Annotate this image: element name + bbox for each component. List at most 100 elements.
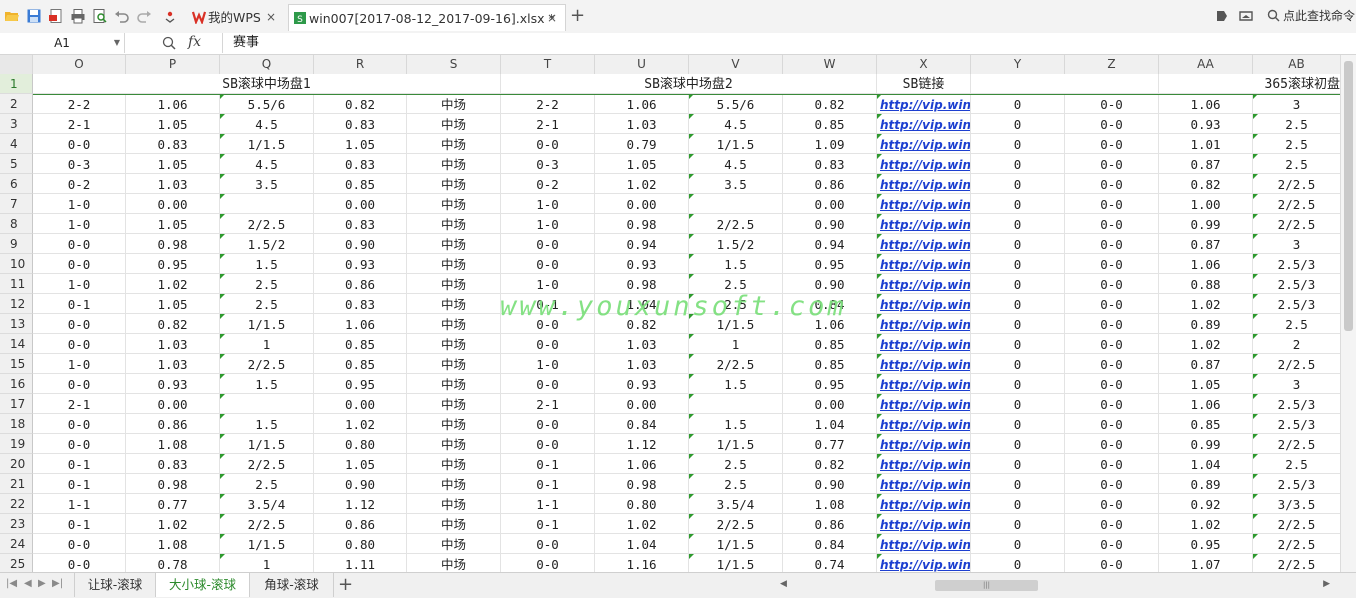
export-pdf-icon[interactable] bbox=[48, 8, 64, 24]
table-cell[interactable]: 0 bbox=[971, 434, 1065, 454]
column-header-t[interactable]: T bbox=[501, 55, 595, 74]
formula-input[interactable]: 赛事 bbox=[222, 33, 1356, 53]
table-cell[interactable]: 0.86 bbox=[126, 414, 220, 434]
row-header[interactable]: 7 bbox=[0, 194, 33, 214]
sheet-tab-over-under[interactable]: 大小球-滚球 bbox=[156, 573, 250, 597]
table-cell[interactable]: 2.5 bbox=[220, 294, 314, 314]
table-cell[interactable]: 1.06 bbox=[1159, 94, 1253, 114]
table-cell[interactable]: 1.04 bbox=[595, 534, 689, 554]
scroll-right-icon[interactable]: ▶ bbox=[1323, 579, 1330, 589]
table-cell[interactable]: 0 bbox=[971, 214, 1065, 234]
row-header[interactable]: 18 bbox=[0, 414, 33, 434]
table-cell[interactable]: 4.5 bbox=[689, 154, 783, 174]
table-cell[interactable]: 2/2.5 bbox=[689, 354, 783, 374]
table-cell[interactable]: 0-0 bbox=[1065, 234, 1159, 254]
table-cell[interactable]: 0.77 bbox=[126, 494, 220, 514]
table-cell[interactable]: 1.12 bbox=[595, 434, 689, 454]
table-cell[interactable]: 中场 bbox=[407, 394, 501, 414]
table-cell[interactable]: 0.74 bbox=[783, 554, 877, 572]
table-cell[interactable]: 0.83 bbox=[783, 154, 877, 174]
table-cell[interactable]: 0 bbox=[971, 114, 1065, 134]
table-cell[interactable]: 0-0 bbox=[1065, 494, 1159, 514]
table-cell[interactable]: 0.83 bbox=[126, 134, 220, 154]
table-cell[interactable]: 0.77 bbox=[783, 434, 877, 454]
table-cell[interactable]: 0 bbox=[971, 514, 1065, 534]
table-cell[interactable]: 0 bbox=[971, 154, 1065, 174]
table-cell[interactable]: 0.93 bbox=[1159, 114, 1253, 134]
row-header[interactable]: 21 bbox=[0, 474, 33, 494]
hyperlink-cell[interactable]: http://vip.win0 bbox=[877, 134, 971, 154]
table-cell[interactable]: 1.06 bbox=[126, 94, 220, 114]
table-cell[interactable]: 0.00 bbox=[783, 394, 877, 414]
skin-icon[interactable] bbox=[1214, 8, 1230, 24]
table-cell[interactable]: 0.95 bbox=[783, 254, 877, 274]
table-cell[interactable]: 1.05 bbox=[126, 154, 220, 174]
table-cell[interactable]: 0.80 bbox=[314, 534, 407, 554]
table-cell[interactable]: 2/2.5 bbox=[220, 454, 314, 474]
table-cell[interactable]: 0.90 bbox=[314, 234, 407, 254]
table-cell[interactable]: 1.04 bbox=[1159, 454, 1253, 474]
table-cell[interactable]: 0.85 bbox=[783, 354, 877, 374]
table-cell[interactable] bbox=[220, 394, 314, 414]
column-header-z[interactable]: Z bbox=[1065, 55, 1159, 74]
hyperlink-cell[interactable]: http://vip.win0 bbox=[877, 114, 971, 134]
table-cell[interactable]: 1.02 bbox=[126, 274, 220, 294]
table-cell[interactable]: 2/2.5 bbox=[1253, 554, 1340, 572]
table-cell[interactable]: 5.5/6 bbox=[689, 94, 783, 114]
table-cell[interactable]: 1.04 bbox=[783, 414, 877, 434]
row-header[interactable]: 25 bbox=[0, 554, 33, 572]
table-cell[interactable]: 0.00 bbox=[595, 194, 689, 214]
column-header-o[interactable]: O bbox=[33, 55, 126, 74]
table-cell[interactable]: 1-0 bbox=[33, 214, 126, 234]
column-header-q[interactable]: Q bbox=[220, 55, 314, 74]
table-cell[interactable]: 0.86 bbox=[783, 174, 877, 194]
table-cell[interactable]: 1/1.5 bbox=[220, 534, 314, 554]
table-cell[interactable]: 0-0 bbox=[1065, 254, 1159, 274]
hyperlink-cell[interactable]: http://vip.win0 bbox=[877, 514, 971, 534]
redo-icon[interactable] bbox=[136, 8, 152, 24]
table-cell[interactable]: 0.98 bbox=[595, 474, 689, 494]
table-cell[interactable]: 0-1 bbox=[501, 454, 595, 474]
row-header[interactable]: 19 bbox=[0, 434, 33, 454]
table-cell[interactable]: 0-0 bbox=[501, 374, 595, 394]
close-icon[interactable]: × bbox=[547, 5, 557, 32]
table-cell[interactable]: 2/2.5 bbox=[1253, 174, 1340, 194]
table-cell[interactable]: 0-0 bbox=[1065, 174, 1159, 194]
table-cell[interactable]: 0.98 bbox=[595, 214, 689, 234]
table-cell[interactable]: 中场 bbox=[407, 534, 501, 554]
table-cell[interactable]: 0-1 bbox=[501, 514, 595, 534]
table-cell[interactable]: 2/2.5 bbox=[1253, 214, 1340, 234]
select-all-corner[interactable] bbox=[0, 55, 33, 74]
table-cell[interactable]: 中场 bbox=[407, 114, 501, 134]
table-cell[interactable]: 2.5 bbox=[689, 474, 783, 494]
table-cell[interactable]: 0.89 bbox=[1159, 474, 1253, 494]
table-cell[interactable]: 0-0 bbox=[1065, 514, 1159, 534]
table-cell[interactable]: 1-0 bbox=[501, 354, 595, 374]
table-cell[interactable]: 中场 bbox=[407, 154, 501, 174]
table-cell[interactable]: 0.85 bbox=[314, 174, 407, 194]
table-cell[interactable]: 0 bbox=[971, 194, 1065, 214]
table-cell[interactable]: 1.02 bbox=[595, 174, 689, 194]
undo-icon[interactable] bbox=[114, 8, 130, 24]
prev-sheet-icon[interactable]: ◀ bbox=[24, 578, 32, 589]
table-cell[interactable]: 1.01 bbox=[1159, 134, 1253, 154]
row-header[interactable]: 1 bbox=[0, 74, 33, 94]
table-cell[interactable]: 0 bbox=[971, 454, 1065, 474]
table-cell[interactable]: 1.5 bbox=[689, 414, 783, 434]
row-header[interactable]: 13 bbox=[0, 314, 33, 334]
row-header[interactable]: 6 bbox=[0, 174, 33, 194]
table-cell[interactable]: 2.5 bbox=[220, 274, 314, 294]
table-cell[interactable]: 1.06 bbox=[314, 314, 407, 334]
table-cell[interactable]: 0-0 bbox=[1065, 534, 1159, 554]
table-cell[interactable]: 0.86 bbox=[314, 274, 407, 294]
row-header[interactable]: 8 bbox=[0, 214, 33, 234]
table-cell[interactable]: 0 bbox=[971, 234, 1065, 254]
row-header[interactable]: 2 bbox=[0, 94, 33, 114]
table-cell[interactable]: 1.03 bbox=[126, 354, 220, 374]
table-cell[interactable]: 0-0 bbox=[1065, 354, 1159, 374]
hyperlink-cell[interactable]: http://vip.win0 bbox=[877, 414, 971, 434]
table-cell[interactable]: 0.82 bbox=[126, 314, 220, 334]
table-cell[interactable]: 0-0 bbox=[1065, 394, 1159, 414]
table-cell[interactable]: 1/1.5 bbox=[220, 314, 314, 334]
table-cell[interactable]: 2/2.5 bbox=[1253, 194, 1340, 214]
